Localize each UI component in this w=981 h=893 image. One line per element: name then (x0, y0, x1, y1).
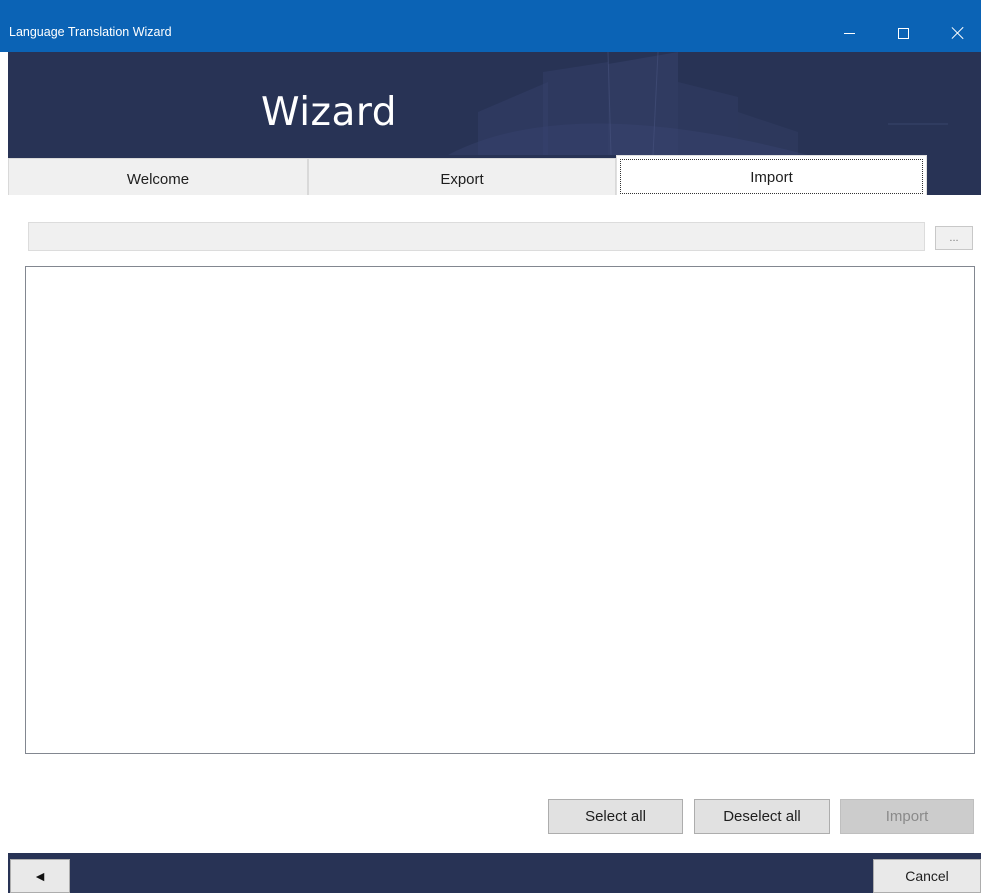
file-path-field[interactable] (28, 222, 925, 251)
back-arrow-icon: ◄ (33, 868, 47, 884)
banner-background-graphic (448, 52, 948, 155)
close-button[interactable] (935, 18, 981, 48)
tab-export[interactable]: Export (308, 158, 616, 195)
minimize-button[interactable] (826, 18, 872, 48)
tab-import-label: Import (750, 169, 793, 186)
maximize-icon (897, 27, 909, 39)
translation-items-list[interactable] (25, 266, 975, 754)
tab-import[interactable]: Import (616, 155, 927, 195)
minimize-icon (843, 32, 855, 34)
import-button[interactable]: Import (840, 799, 974, 834)
wizard-banner: Wizard (8, 52, 981, 155)
close-icon (950, 25, 966, 41)
cancel-button[interactable]: Cancel (873, 859, 981, 893)
banner-title: Wizard (261, 90, 398, 135)
select-all-button[interactable]: Select all (548, 799, 683, 834)
browse-button[interactable]: ... (935, 226, 973, 250)
window-title: Language Translation Wizard (9, 25, 172, 39)
maximize-button[interactable] (880, 18, 926, 48)
title-bar[interactable]: Language Translation Wizard (0, 0, 981, 52)
back-button[interactable]: ◄ (10, 859, 70, 893)
tab-welcome[interactable]: Welcome (8, 158, 308, 195)
tab-strip: Welcome Export Import (8, 155, 981, 195)
import-page: ... Select all Deselect all Import (8, 195, 981, 853)
wizard-footer: ◄ Cancel (8, 853, 981, 893)
wizard-window: Language Translation Wizard Wizard Welco… (0, 0, 981, 893)
tab-welcome-label: Welcome (126, 171, 190, 188)
tab-export-label: Export (440, 171, 484, 188)
deselect-all-button[interactable]: Deselect all (694, 799, 830, 834)
